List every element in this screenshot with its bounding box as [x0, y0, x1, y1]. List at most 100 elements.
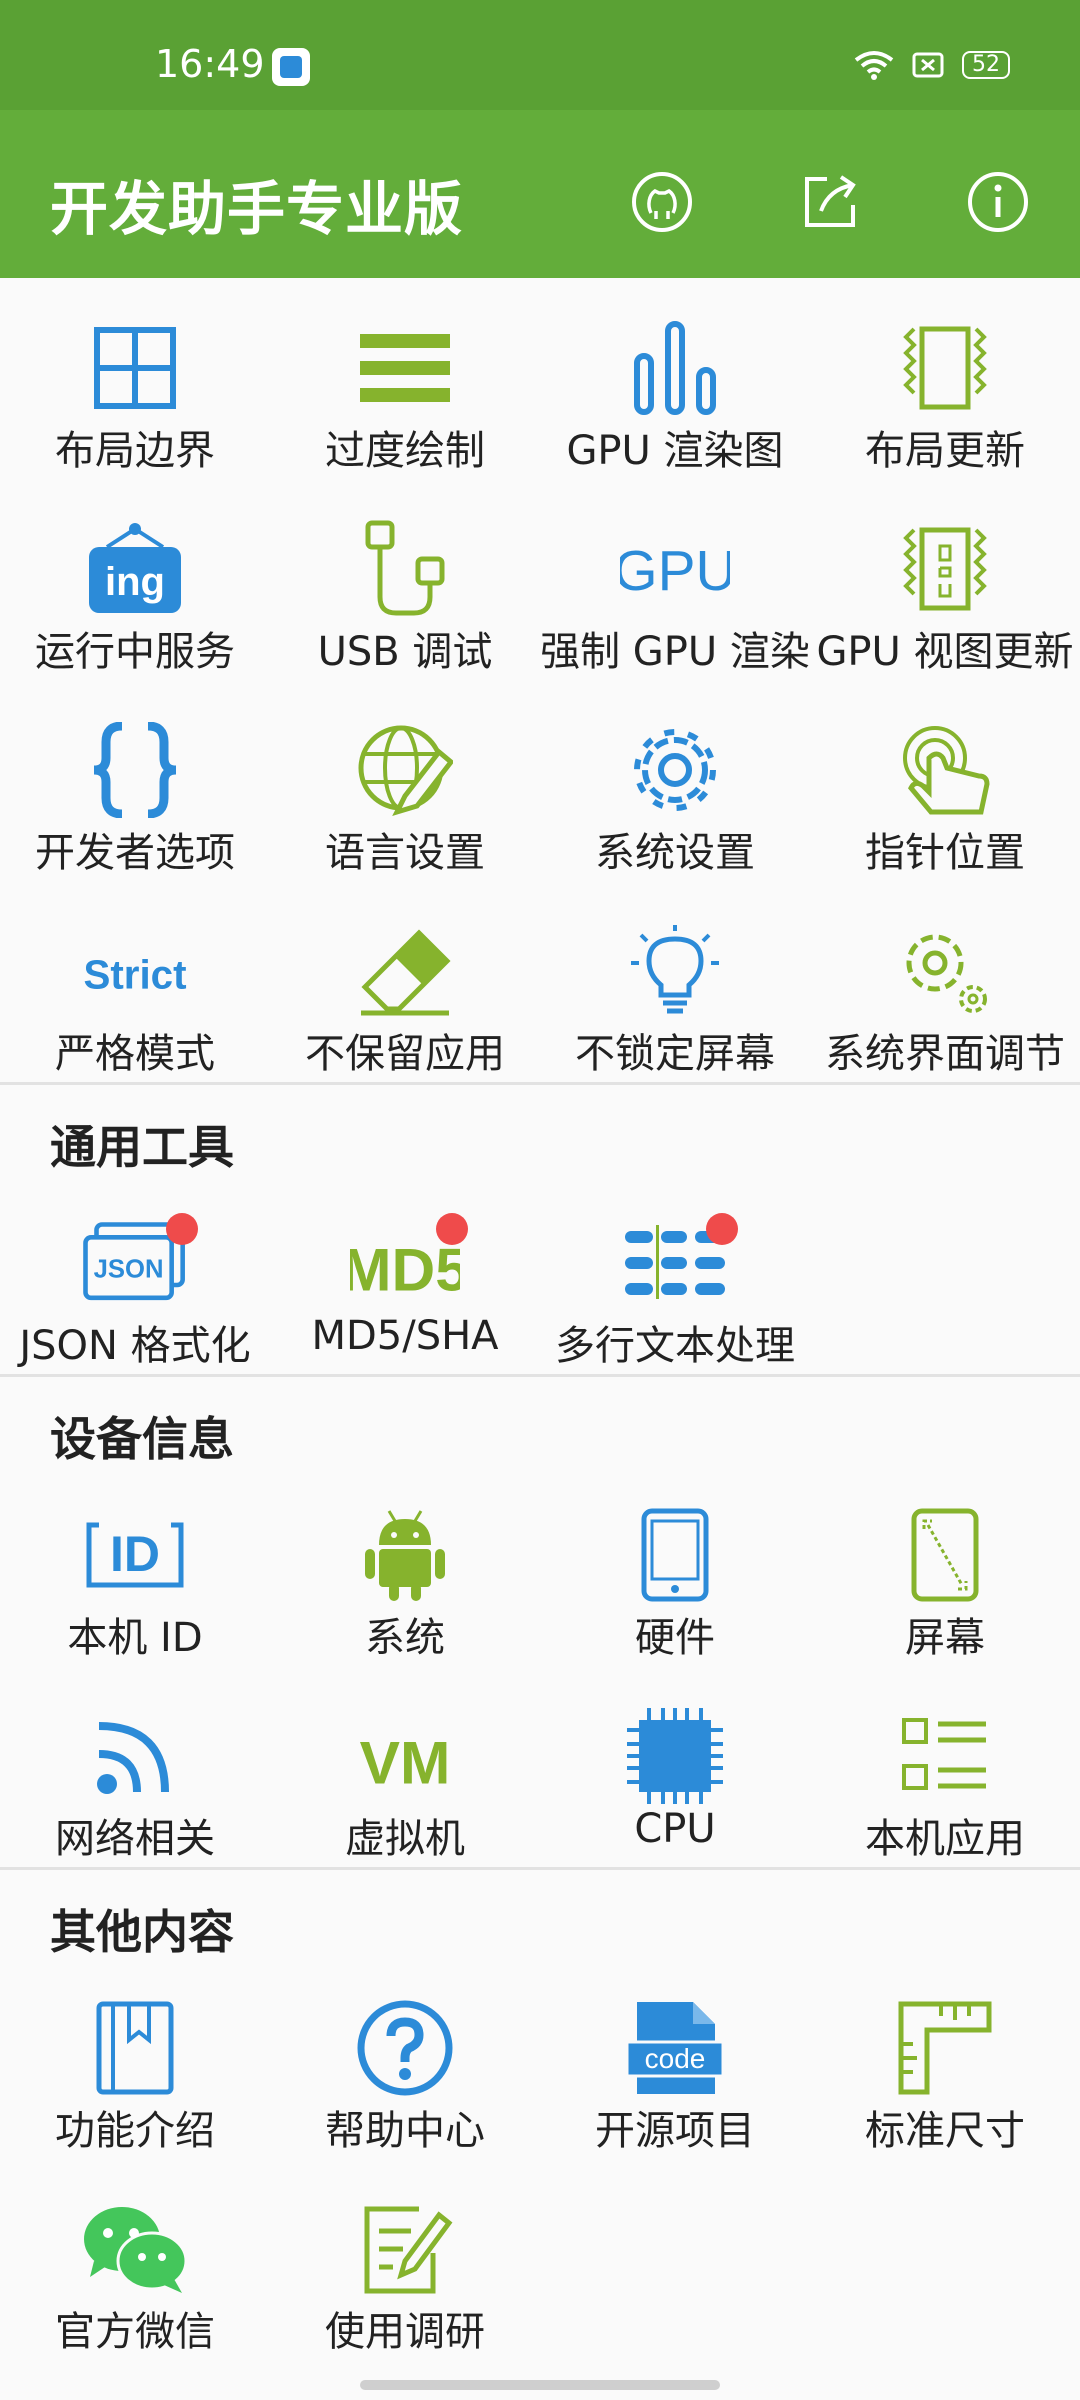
tile-json-format[interactable]: JSON JSON 格式化 — [0, 1173, 270, 1374]
tile-dont-keep-activities[interactable]: 不保留应用 — [270, 881, 540, 1082]
tile-feature-intro[interactable]: 功能介绍 — [0, 1958, 270, 2159]
tile-label: 开发者选项 — [35, 830, 235, 876]
layout-grid-icon — [80, 318, 190, 418]
gpu-chip-icon — [890, 519, 1000, 619]
status-time: 16:49 — [155, 42, 265, 86]
ing-sign-icon: ing — [80, 519, 190, 619]
tile-label: 系统设置 — [595, 830, 755, 876]
tile-label: 使用调研 — [325, 2309, 485, 2355]
android-icon — [350, 1505, 460, 1605]
share-icon[interactable] — [798, 170, 862, 234]
tile-hardware[interactable]: 硬件 — [540, 1465, 810, 1666]
tile-label: GPU 视图更新 — [816, 629, 1074, 675]
tile-label: 屏幕 — [905, 1615, 985, 1661]
tile-device-id[interactable]: ID 本机 ID — [0, 1465, 270, 1666]
tile-official-wechat[interactable]: 官方微信 — [0, 2159, 270, 2360]
json-text: JSON — [94, 1256, 164, 1284]
tile-md5-sha[interactable]: MD5 MD5/SHA — [270, 1173, 540, 1374]
gpu-text-icon: GPU — [620, 519, 730, 619]
tile-cpu[interactable]: CPU — [540, 1666, 810, 1867]
tile-label: 开源项目 — [595, 2108, 755, 2154]
info-icon[interactable] — [966, 170, 1030, 234]
tile-overdraw[interactable]: 过度绘制 — [270, 278, 540, 479]
tile-system-settings[interactable]: 系统设置 — [540, 680, 810, 881]
tile-help-center[interactable]: 帮助中心 — [270, 1958, 540, 2159]
tile-label: 功能介绍 — [55, 2108, 215, 2154]
md5-text: MD5 — [350, 1236, 460, 1304]
tile-language-settings[interactable]: 语言设置 — [270, 680, 540, 881]
tile-stay-awake[interactable]: 不锁定屏幕 — [540, 881, 810, 1082]
gpu-text: GPU — [620, 540, 730, 603]
tile-label: 本机 ID — [67, 1615, 203, 1661]
tile-usb-debugging[interactable]: USB 调试 — [270, 479, 540, 680]
tap-finger-icon — [890, 720, 1000, 820]
json-icon: JSON — [80, 1213, 198, 1313]
tile-label: 多行文本处理 — [555, 1323, 795, 1369]
gears-icon — [890, 921, 1000, 1021]
tile-running-services[interactable]: ing 运行中服务 — [0, 479, 270, 680]
device-info-section: 设备信息 ID 本机 ID 系统 硬件 屏幕 网络相关 VM 虚拟机 CPU 本… — [0, 1377, 1080, 1870]
app-list-icon — [890, 1706, 1000, 1806]
bookmark-book-icon — [80, 1998, 190, 2098]
tile-virtual-machine[interactable]: VM 虚拟机 — [270, 1666, 540, 1867]
section-title-device: 设备信息 — [50, 1412, 234, 1466]
tile-screen[interactable]: 屏幕 — [810, 1465, 1080, 1666]
tile-installed-apps[interactable]: 本机应用 — [810, 1666, 1080, 1867]
tile-label: 不锁定屏幕 — [575, 1031, 775, 1077]
developer-options-section: 布局边界 过度绘制 GPU 渲染图 布局更新 ing 运行中服务 USB 调试 … — [0, 278, 1080, 1085]
tile-label: 不保留应用 — [305, 1031, 505, 1077]
app-bar: 开发助手专业版 — [0, 110, 1080, 278]
edit-document-icon — [350, 2199, 460, 2299]
ruler-square-icon — [890, 1998, 1000, 2098]
tile-label: 官方微信 — [55, 2309, 215, 2355]
tile-label: CPU — [634, 1806, 716, 1852]
tile-open-source[interactable]: code 开源项目 — [540, 1958, 810, 2159]
tile-gpu-render-graph[interactable]: GPU 渲染图 — [540, 278, 810, 479]
tile-label: 虚拟机 — [345, 1816, 465, 1862]
app-title: 开发助手专业版 — [50, 175, 464, 243]
tile-multiline-text[interactable]: 多行文本处理 — [540, 1173, 810, 1374]
tile-network[interactable]: 网络相关 — [0, 1666, 270, 1867]
light-bulb-icon — [620, 921, 730, 1021]
tile-layout-bounds[interactable]: 布局边界 — [0, 278, 270, 479]
tile-label: 强制 GPU 渲染 — [540, 629, 810, 675]
eraser-icon — [350, 921, 460, 1021]
tile-label: 语言设置 — [325, 830, 485, 876]
rss-signal-icon — [80, 1706, 190, 1806]
status-bar: 16:49 52 — [0, 0, 1080, 110]
tile-label: JSON 格式化 — [19, 1323, 251, 1369]
sim-disabled-icon — [912, 52, 944, 78]
tile-developer-options[interactable]: 开发者选项 — [0, 680, 270, 881]
github-icon[interactable] — [630, 170, 694, 234]
tile-label: 网络相关 — [55, 1816, 215, 1862]
tools-section: 通用工具 JSON JSON 格式化 MD5 MD5/SHA 多行文本处理 — [0, 1085, 1080, 1377]
tile-label: 硬件 — [635, 1615, 715, 1661]
tile-label: 布局更新 — [865, 428, 1025, 474]
gear-icon — [620, 720, 730, 820]
tile-layout-updates[interactable]: 布局更新 — [810, 278, 1080, 479]
tile-standard-sizes[interactable]: 标准尺寸 — [810, 1958, 1080, 2159]
tile-label: 布局边界 — [55, 428, 215, 474]
tile-force-gpu-rendering[interactable]: GPU 强制 GPU 渲染 — [540, 479, 810, 680]
ing-text: ing — [105, 560, 165, 604]
new-badge — [436, 1213, 468, 1245]
new-badge — [706, 1213, 738, 1245]
code-file-icon: code — [620, 1998, 730, 2098]
tile-system[interactable]: 系统 — [270, 1465, 540, 1666]
tile-label: MD5/SHA — [311, 1313, 499, 1359]
bar-chart-icon — [620, 318, 730, 418]
notification-app-icon — [272, 48, 310, 86]
tile-gpu-view-updates[interactable]: GPU 视图更新 — [810, 479, 1080, 680]
tile-label: 严格模式 — [55, 1031, 215, 1077]
battery-indicator: 52 — [962, 51, 1010, 79]
tile-user-survey[interactable]: 使用调研 — [270, 2159, 540, 2360]
home-indicator[interactable] — [360, 2380, 720, 2390]
tile-system-ui-tuner[interactable]: 系统界面调节 — [810, 881, 1080, 1082]
wifi-icon — [854, 51, 894, 80]
question-circle-icon — [350, 1998, 460, 2098]
tile-pointer-location[interactable]: 指针位置 — [810, 680, 1080, 881]
tile-strict-mode[interactable]: Strict 严格模式 — [0, 881, 270, 1082]
new-badge — [166, 1213, 198, 1245]
globe-pencil-icon — [350, 720, 460, 820]
menu-bars-icon — [350, 318, 460, 418]
